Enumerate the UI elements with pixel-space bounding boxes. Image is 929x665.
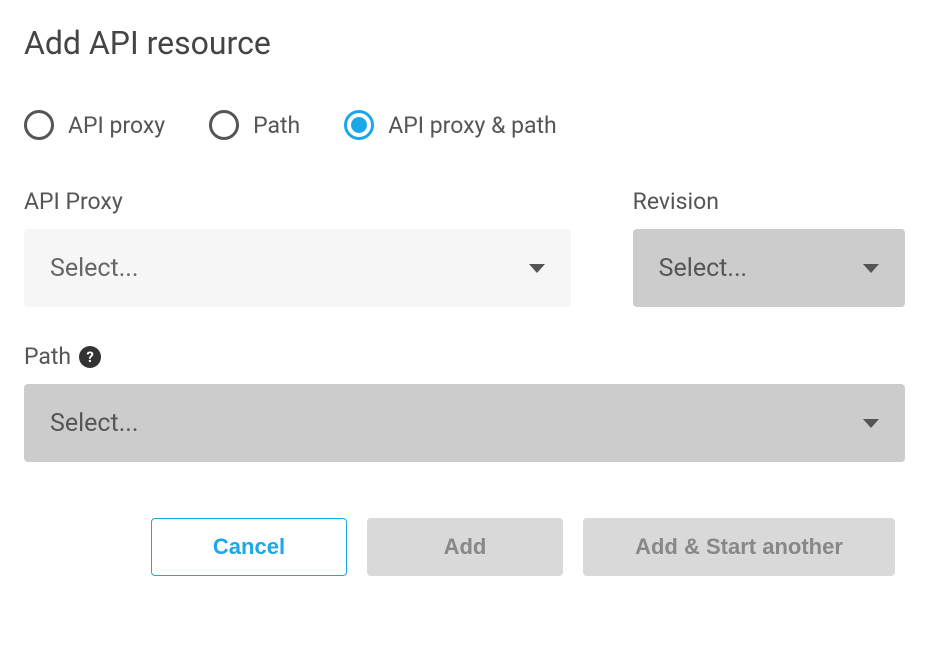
chevron-down-icon (863, 419, 879, 428)
button-row: Cancel Add Add & Start another (24, 518, 905, 576)
api-proxy-select[interactable]: Select... (24, 229, 571, 307)
chevron-down-icon (863, 264, 879, 273)
radio-icon (209, 110, 239, 140)
path-select[interactable]: Select... (24, 384, 905, 462)
path-label: Path ? (24, 343, 905, 370)
revision-select[interactable]: Select... (633, 229, 905, 307)
radio-label: API proxy (68, 112, 165, 139)
help-icon[interactable]: ? (79, 346, 101, 368)
field-path: Path ? Select... (24, 343, 905, 462)
form-row-proxy-revision: API Proxy Select... Revision Select... (24, 188, 905, 307)
select-placeholder: Select... (50, 409, 138, 438)
field-revision: Revision Select... (633, 188, 905, 307)
page-title: Add API resource (24, 24, 905, 62)
cancel-button[interactable]: Cancel (151, 518, 347, 576)
radio-path[interactable]: Path (209, 110, 300, 140)
add-and-start-another-button[interactable]: Add & Start another (583, 518, 895, 576)
chevron-down-icon (529, 264, 545, 273)
radio-label: API proxy & path (388, 112, 556, 139)
api-proxy-label: API Proxy (24, 188, 571, 215)
field-api-proxy: API Proxy Select... (24, 188, 571, 307)
select-placeholder: Select... (50, 254, 138, 283)
radio-label: Path (253, 112, 300, 139)
form-row-path: Path ? Select... (24, 343, 905, 462)
select-placeholder: Select... (659, 254, 747, 283)
radio-api-proxy-and-path[interactable]: API proxy & path (344, 110, 556, 140)
revision-label: Revision (633, 188, 905, 215)
path-label-text: Path (24, 343, 71, 370)
add-button[interactable]: Add (367, 518, 563, 576)
resource-type-radio-group: API proxy Path API proxy & path (24, 110, 905, 140)
radio-api-proxy[interactable]: API proxy (24, 110, 165, 140)
radio-icon (344, 110, 374, 140)
radio-icon (24, 110, 54, 140)
